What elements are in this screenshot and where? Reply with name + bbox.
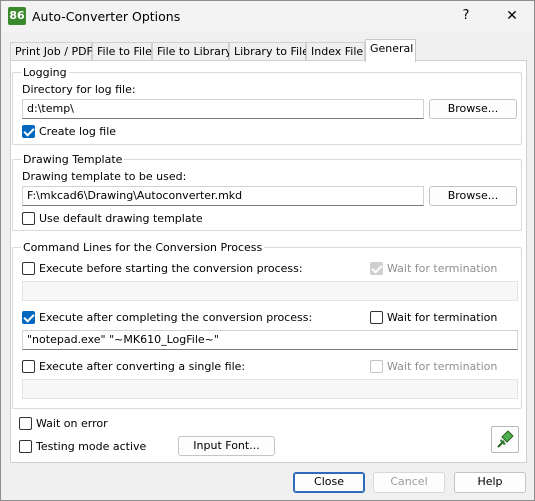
tab-file-to-file[interactable]: File to File [92,42,152,61]
input-font-button[interactable]: Input Font... [178,436,275,456]
tab-index-file[interactable]: Index File [306,42,365,61]
execute-after-label: Execute after completing the conversion … [39,311,313,324]
testing-mode-label: Testing mode active [36,440,147,453]
tab-print-job-pdf[interactable]: Print Job / PDF [10,42,93,61]
testing-mode-checkbox[interactable] [19,440,32,453]
execute-single-label: Execute after converting a single file: [39,360,246,373]
execute-after-wait-label: Wait for termination [387,311,498,324]
create-log-label: Create log file [39,125,117,138]
tab-general[interactable]: General [365,39,416,62]
tab-library-to-file[interactable]: Library to File [229,42,309,61]
general-tab-panel: Logging Directory for log file: d:\temp\… [10,60,527,463]
log-directory-input[interactable]: d:\temp\ [22,99,424,119]
drawing-template-group-label: Drawing Template [21,153,125,166]
pin-button[interactable] [491,426,519,453]
execute-single-wait-label: Wait for termination [387,360,498,373]
close-icon[interactable]: ✕ [496,3,528,29]
execute-after-checkbox[interactable] [22,311,35,324]
cancel-button[interactable]: Cancel [373,472,445,493]
use-default-template-checkbox[interactable] [22,212,35,225]
execute-before-wait-checkbox[interactable] [370,262,383,275]
execute-before-label: Execute before starting the conversion p… [39,262,303,275]
use-default-template-label: Use default drawing template [39,212,203,225]
execute-single-wait-checkbox[interactable] [370,360,383,373]
command-lines-group-label: Command Lines for the Conversion Process [21,241,265,254]
create-log-checkbox[interactable] [22,125,35,138]
execute-single-command-input[interactable] [22,379,518,399]
logging-group: Logging Directory for log file: d:\temp\… [12,66,522,145]
close-button[interactable]: Close [293,472,365,493]
execute-before-wait-label: Wait for termination [387,262,498,275]
execute-after-wait-checkbox[interactable] [370,311,383,324]
help-title-button[interactable]: ? [451,3,481,29]
options-dialog: 86 Auto-Converter Options ? ✕ Print Job … [0,0,535,501]
wait-on-error-label: Wait on error [36,417,108,430]
dialog-footer: Close Cancel Help [1,463,534,500]
drawing-template-input[interactable]: F:\mkcad6\Drawing\Autoconverter.mkd [22,186,424,206]
help-button[interactable]: Help [454,472,526,493]
pin-icon [497,430,514,448]
title-bar: 86 Auto-Converter Options ? ✕ [1,1,534,32]
app-icon: 86 [8,7,26,25]
command-lines-group: Command Lines for the Conversion Process… [12,241,522,409]
execute-after-command-input[interactable]: "notepad.exe" "~MK610_LogFile~" [22,330,518,350]
window-title: Auto-Converter Options [32,9,181,24]
logging-group-label: Logging [21,66,69,79]
wait-on-error-checkbox[interactable] [19,417,32,430]
drawing-template-label: Drawing template to be used: [22,170,187,183]
drawing-template-group: Drawing Template Drawing template to be … [12,153,522,231]
log-directory-label: Directory for log file: [22,83,136,96]
template-browse-button[interactable]: Browse... [429,186,517,206]
execute-before-checkbox[interactable] [22,262,35,275]
execute-single-checkbox[interactable] [22,360,35,373]
execute-before-command-input[interactable] [22,281,518,301]
log-browse-button[interactable]: Browse... [429,99,517,119]
tab-file-to-library[interactable]: File to Library [152,42,232,61]
